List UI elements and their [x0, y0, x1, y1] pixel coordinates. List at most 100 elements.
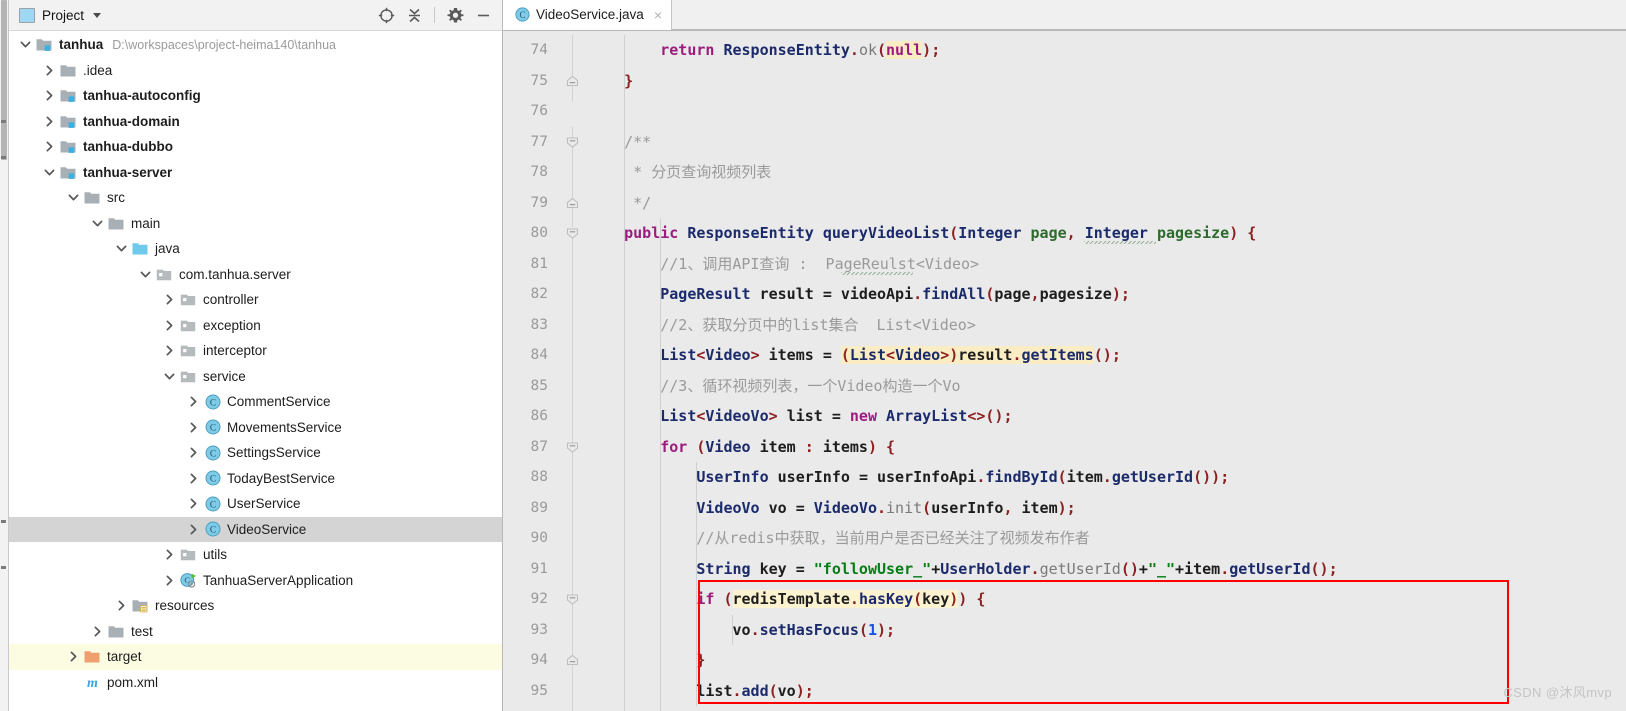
chevron-right-icon[interactable] [39, 65, 59, 76]
java-class-icon: C [203, 445, 222, 461]
package-icon [155, 267, 174, 282]
tree-node-userservice[interactable]: C UserService [9, 491, 502, 517]
fold-end-icon[interactable] [565, 196, 580, 211]
fold-collapse-icon[interactable] [565, 226, 580, 241]
scroll-thumb[interactable] [1, 0, 7, 160]
tree-node-tanhuaserverapplication[interactable]: C TanhuaServerApplication [9, 568, 502, 594]
gear-icon[interactable] [442, 3, 468, 27]
chevron-right-icon[interactable] [159, 294, 179, 305]
chevron-right-icon[interactable] [39, 116, 59, 127]
chevron-right-icon[interactable] [111, 600, 131, 611]
tree-node-movementsservice[interactable]: C MovementsService [9, 415, 502, 441]
java-class-icon: C [203, 394, 222, 410]
fold-end-icon[interactable] [565, 74, 580, 89]
line-number: 86 [530, 408, 548, 424]
line-number: 74 [530, 42, 548, 58]
chevron-right-icon[interactable] [39, 90, 59, 101]
chevron-right-icon[interactable] [183, 473, 203, 484]
chevron-right-icon[interactable] [159, 549, 179, 560]
tree-node-settingsservice[interactable]: C SettingsService [9, 440, 502, 466]
tree-node-tanhua-dubbo[interactable]: tanhua-dubbo [9, 134, 502, 160]
chevron-down-icon[interactable] [87, 218, 107, 229]
tree-node-label: VideoService [227, 521, 307, 537]
tree-node-label: MovementsService [227, 419, 342, 435]
chevron-right-icon[interactable] [183, 524, 203, 535]
tree-node-controller[interactable]: controller [9, 287, 502, 313]
tree-node-service[interactable]: service [9, 364, 502, 390]
project-panel-toolbar [373, 3, 496, 27]
fold-region-line [572, 35, 573, 103]
close-icon[interactable]: × [654, 7, 662, 23]
chevron-down-icon[interactable] [135, 269, 155, 280]
spring-class-icon: C [179, 572, 198, 588]
chevron-right-icon[interactable] [159, 345, 179, 356]
line-number: 89 [530, 499, 548, 516]
code-folding-gutter[interactable] [558, 31, 588, 711]
module-folder-icon [59, 114, 78, 129]
chevron-down-icon[interactable] [111, 243, 131, 254]
tree-node-commentservice[interactable]: C CommentService [9, 389, 502, 415]
tree-node-idea[interactable]: .idea [9, 58, 502, 84]
tree-node-src[interactable]: src [9, 185, 502, 211]
tree-node-todaybestservice[interactable]: C TodayBestService [9, 466, 502, 492]
line-number: 79 [530, 194, 548, 211]
tree-node-target[interactable]: target [9, 644, 502, 670]
tree-node-tanhua[interactable]: tanhua D:\workspaces\project-heima140\tan… [9, 32, 502, 58]
project-panel-header: Project [9, 0, 502, 31]
line-number: 94 [530, 652, 548, 668]
chevron-right-icon[interactable] [63, 651, 83, 662]
fold-collapse-icon[interactable] [565, 592, 580, 607]
tab-videoservice-java[interactable]: C VideoService.java × [503, 0, 673, 30]
chevron-right-icon[interactable] [87, 626, 107, 637]
tree-node-pom-xml[interactable]: m pom.xml [9, 670, 502, 696]
line-number-gutter: 74 75 76 77 78 79 80 81 82 83 84 85 86 87 88 89 90 91 92 93… [503, 31, 558, 711]
chevron-down-icon[interactable] [63, 192, 83, 203]
project-tree[interactable]: tanhua D:\workspaces\project-heima140\tan… [9, 31, 502, 711]
package-icon [179, 343, 198, 358]
locate-icon[interactable] [373, 3, 399, 27]
chevron-right-icon[interactable] [183, 447, 203, 458]
svg-text:m: m [87, 676, 98, 690]
line-number: 91 [530, 560, 548, 577]
chevron-down-icon[interactable] [159, 371, 179, 382]
chevron-right-icon[interactable] [183, 396, 203, 407]
chevron-right-icon[interactable] [183, 422, 203, 433]
line-number: 88 [530, 469, 548, 485]
chevron-down-icon[interactable] [93, 12, 102, 18]
fold-collapse-icon[interactable] [565, 135, 580, 150]
tree-node-com-tanhua-server[interactable]: com.tanhua.server [9, 262, 502, 288]
tree-node-videoservice[interactable]: C VideoService [9, 516, 502, 542]
tree-node-tanhua-domain[interactable]: tanhua-domain [9, 109, 502, 135]
tree-node-label: .idea [83, 62, 113, 78]
line-number: 90 [530, 530, 548, 546]
fold-end-icon[interactable] [565, 653, 580, 668]
chevron-down-icon[interactable] [15, 39, 35, 50]
project-title-group[interactable]: Project [19, 7, 102, 23]
tree-node-main[interactable]: main [9, 211, 502, 237]
collapse-all-icon[interactable] [401, 3, 427, 27]
csdn-watermark: CSDN @沐风mvp [1503, 685, 1612, 700]
tree-node-tanhua-autoconfig[interactable]: tanhua-autoconfig [9, 83, 502, 109]
tree-node-utils[interactable]: utils [9, 542, 502, 568]
tree-node-tanhua-server[interactable]: tanhua-server [9, 160, 502, 186]
svg-text:C: C [209, 398, 215, 408]
code-viewport[interactable]: 74 75 76 77 78 79 80 81 82 83 84 85 86 87 88 89 90 91 92 93… [503, 31, 1626, 711]
tree-node-test[interactable]: test [9, 619, 502, 645]
tree-node-java[interactable]: java [9, 236, 502, 262]
left-scroll-strip[interactable] [0, 0, 9, 711]
chevron-right-icon[interactable] [183, 498, 203, 509]
chevron-down-icon[interactable] [39, 167, 59, 178]
svg-text:C: C [209, 449, 215, 459]
target-folder-icon [83, 649, 102, 664]
strip-marker [1, 120, 6, 123]
source-code[interactable]: return ResponseEntity.ok(null); } /** * … [588, 31, 1626, 711]
tree-node-resources[interactable]: resources [9, 593, 502, 619]
chevron-right-icon[interactable] [159, 575, 179, 586]
tree-node-exception[interactable]: exception [9, 313, 502, 339]
minimize-icon[interactable] [470, 3, 496, 27]
tree-node-interceptor[interactable]: interceptor [9, 338, 502, 364]
fold-collapse-icon[interactable] [565, 440, 580, 455]
chevron-right-icon[interactable] [159, 320, 179, 331]
chevron-right-icon[interactable] [39, 141, 59, 152]
tree-node-label: src [107, 190, 125, 206]
